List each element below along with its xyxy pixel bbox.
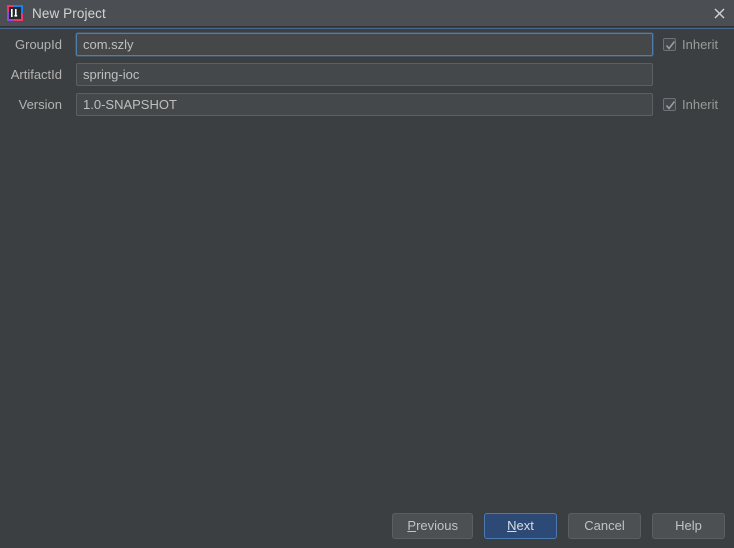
project-coordinates-form: GroupId com.szly Inherit ArtifactId spri… <box>0 29 734 119</box>
groupid-inherit-checkbox[interactable]: Inherit <box>663 37 718 52</box>
form-row-version: Version 1.0-SNAPSHOT Inherit <box>0 89 734 119</box>
version-inherit-checkbox[interactable]: Inherit <box>663 97 718 112</box>
groupid-input[interactable]: com.szly <box>76 32 653 56</box>
checkbox-checked-icon <box>663 37 676 51</box>
intellij-idea-icon <box>7 5 23 21</box>
previous-button-label: revious <box>416 518 458 533</box>
version-inherit-label: Inherit <box>682 96 719 112</box>
next-button-mnemonic: N <box>507 518 517 533</box>
dialog-button-bar: Previous Next Cancel Help <box>0 503 734 548</box>
cancel-button[interactable]: Cancel <box>568 512 641 539</box>
version-label: Version <box>18 96 62 112</box>
form-row-artifactid: ArtifactId spring-ioc Inherit <box>0 59 734 89</box>
help-button[interactable]: Help <box>652 512 725 539</box>
version-value: 1.0-SNAPSHOT <box>83 96 177 112</box>
previous-button-mnemonic: P <box>407 518 417 533</box>
artifactid-label: ArtifactId <box>10 66 62 82</box>
next-button[interactable]: Next <box>484 512 557 539</box>
window-title: New Project <box>32 5 106 21</box>
artifactid-value: spring-ioc <box>83 66 140 82</box>
previous-button[interactable]: Previous <box>392 512 473 539</box>
groupid-inherit-label: Inherit <box>682 36 719 52</box>
artifactid-input[interactable]: spring-ioc <box>76 62 653 86</box>
groupid-value: com.szly <box>83 36 134 52</box>
form-row-groupid: GroupId com.szly Inherit <box>0 29 734 59</box>
next-button-label: ext <box>516 518 534 533</box>
groupid-label: GroupId <box>15 36 62 52</box>
checkbox-checked-icon <box>663 97 676 111</box>
close-icon[interactable] <box>704 0 734 27</box>
version-input[interactable]: 1.0-SNAPSHOT <box>76 92 653 116</box>
title-bar: New Project <box>0 0 734 27</box>
